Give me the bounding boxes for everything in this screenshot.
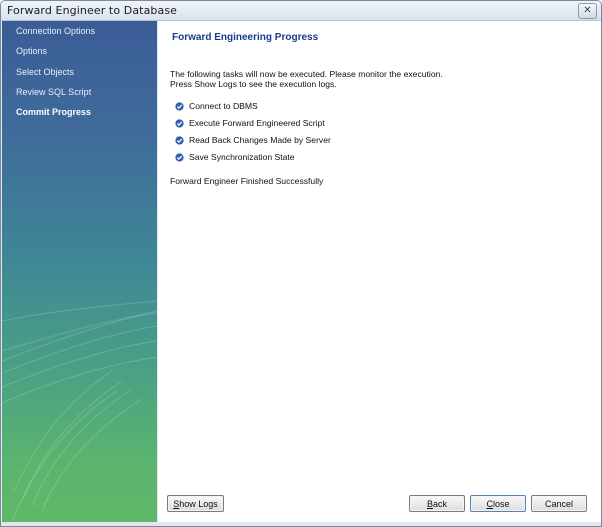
task-label: Connect to DBMS: [189, 101, 258, 111]
task-item: Read Back Changes Made by Server: [175, 135, 331, 145]
show-logs-button[interactable]: Show Logs: [167, 495, 224, 512]
check-icon: [175, 118, 184, 128]
wizard-sidebar: Connection Options Options Select Object…: [2, 21, 157, 522]
check-icon: [175, 152, 184, 162]
back-button[interactable]: Back: [409, 495, 465, 512]
task-label: Execute Forward Engineered Script: [189, 118, 325, 128]
description-line-1: The following tasks will now be executed…: [170, 69, 443, 79]
close-button[interactable]: Close: [470, 495, 526, 512]
check-icon: [175, 135, 184, 145]
title-bar[interactable]: Forward Engineer to Database ✕: [1, 1, 601, 21]
close-label: lose: [492, 498, 510, 509]
task-label: Save Synchronization State: [189, 152, 295, 162]
description-line-2: Press Show Logs to see the execution log…: [170, 79, 337, 89]
cancel-label: Cancel: [544, 498, 573, 509]
close-icon: ✕: [583, 5, 592, 16]
sidebar-item-connection-options[interactable]: Connection Options: [16, 26, 95, 36]
page-title: Forward Engineering Progress: [172, 32, 319, 43]
dialog-window: Forward Engineer to Database ✕ Connectio…: [0, 0, 602, 527]
window-title: Forward Engineer to Database: [7, 4, 178, 17]
task-item: Connect to DBMS: [175, 101, 258, 111]
sidebar-item-commit-progress[interactable]: Commit Progress: [16, 107, 91, 117]
main-panel: Forward Engineering Progress The followi…: [158, 21, 601, 522]
status-message: Forward Engineer Finished Successfully: [170, 176, 324, 186]
task-item: Save Synchronization State: [175, 152, 295, 162]
task-label: Read Back Changes Made by Server: [189, 135, 331, 145]
check-icon: [175, 101, 184, 111]
sidebar-item-review-sql-script[interactable]: Review SQL Script: [16, 87, 91, 97]
show-logs-label: how Logs: [179, 498, 218, 509]
sidebar-item-options[interactable]: Options: [16, 46, 47, 56]
cancel-button[interactable]: Cancel: [531, 495, 587, 512]
sidebar-item-select-objects[interactable]: Select Objects: [16, 67, 74, 77]
back-label: ack: [433, 498, 448, 509]
close-window-button[interactable]: ✕: [578, 3, 597, 19]
task-item: Execute Forward Engineered Script: [175, 118, 325, 128]
